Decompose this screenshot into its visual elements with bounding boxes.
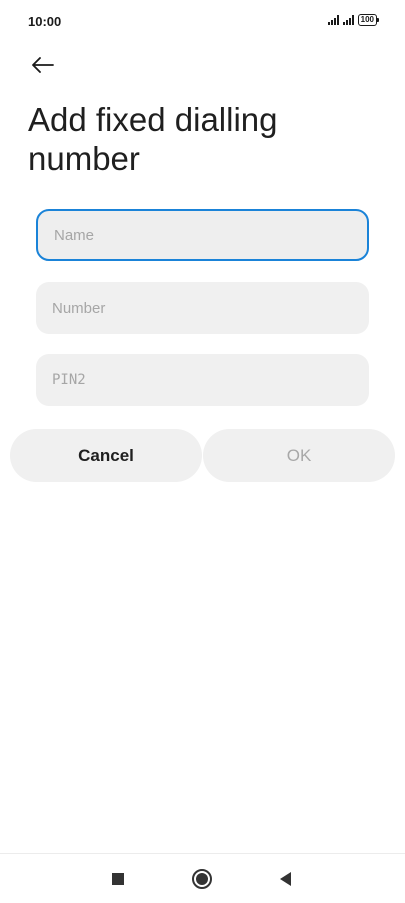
signal-icon <box>342 15 354 25</box>
arrow-left-icon <box>32 57 54 73</box>
name-input[interactable] <box>36 209 369 261</box>
triangle-left-icon <box>280 872 291 886</box>
page-title: Add fixed dialling number <box>28 101 278 177</box>
status-bar: 10:00 100 <box>0 0 405 44</box>
signal-icon <box>327 15 339 25</box>
battery-level: 100 <box>357 14 377 26</box>
status-time: 10:00 <box>28 14 62 29</box>
square-icon <box>112 873 124 885</box>
home-button[interactable] <box>187 864 217 894</box>
circle-icon <box>192 869 212 889</box>
ok-button[interactable]: OK <box>203 429 395 482</box>
status-icons: 100 <box>327 14 379 26</box>
recents-button[interactable] <box>103 864 133 894</box>
navigation-bar <box>0 853 405 903</box>
back-button[interactable] <box>26 48 60 82</box>
nav-back-button[interactable] <box>270 864 300 894</box>
number-input[interactable] <box>36 282 369 334</box>
pin2-input[interactable] <box>36 354 369 406</box>
battery-icon: 100 <box>357 14 379 26</box>
cancel-button[interactable]: Cancel <box>10 429 202 482</box>
